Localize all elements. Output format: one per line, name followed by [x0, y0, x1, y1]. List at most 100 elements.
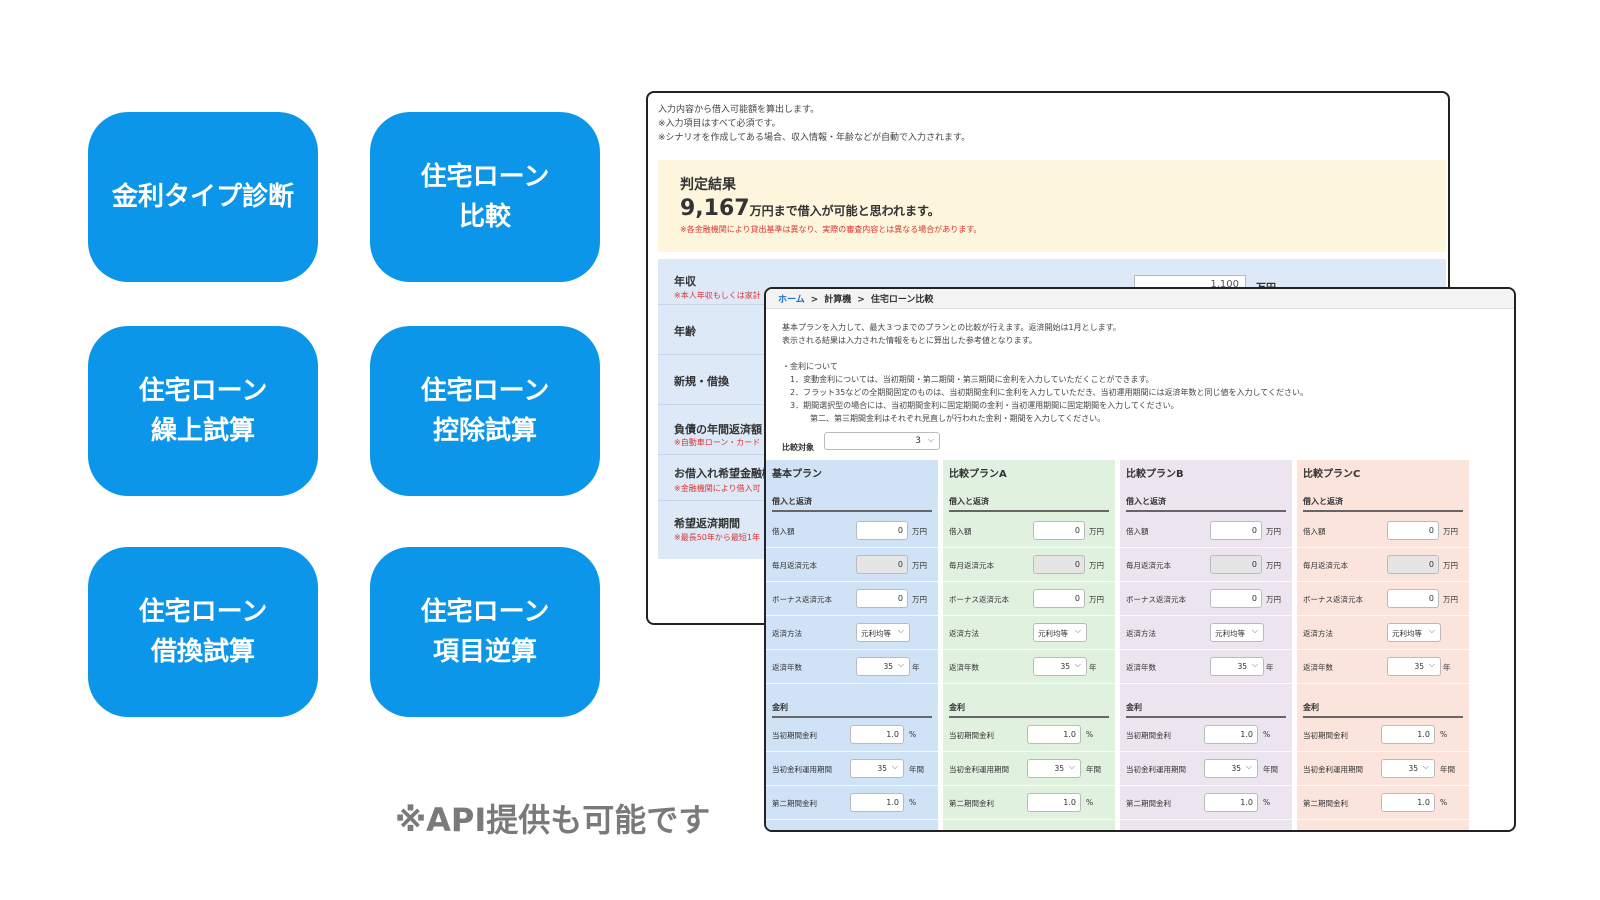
tile-label-line2: 控除試算: [432, 416, 537, 446]
result-note: ※各金融機関により貸出基準は異なり、実際の審査内容とは異なる場合があります。: [680, 225, 982, 234]
initial-rate-input[interactable]: 1.0: [850, 725, 904, 744]
tile-loan-compare[interactable]: 住宅ローン 比較: [370, 112, 600, 282]
repayment-years-select[interactable]: 35 ⌵: [1210, 657, 1264, 676]
tile-reverse-calc[interactable]: 住宅ローン 項目逆算: [370, 547, 600, 717]
section-header: 金利: [949, 702, 1109, 718]
section-header: 借入と返済: [772, 496, 932, 512]
form-row: 借入額 0 万円: [766, 514, 938, 548]
form-row: 返済方法 元利均等 ⌵: [943, 616, 1115, 650]
section-header: 金利: [772, 702, 932, 718]
chevron-down-icon: ⌵: [1428, 626, 1435, 635]
plan-name: 比較プランC: [1303, 469, 1361, 480]
breadcrumb-calculator-link[interactable]: 計算機: [824, 295, 851, 305]
bonus-principal-input[interactable]: 0: [856, 589, 908, 608]
repayment-method-select[interactable]: 元利均等 ⌵: [1210, 623, 1264, 642]
chevron-down-icon: ⌵: [1074, 626, 1081, 635]
borrow-amount-input[interactable]: 0: [1210, 521, 1262, 540]
result-line: 9,167万円まで借入が可能と思われます。: [680, 196, 940, 221]
breadcrumb: ホーム > 計算機 > 住宅ローン比較: [766, 289, 1514, 309]
plan-column: 比較プランB 借入と返済 借入額 0 万円 毎月返済元本 0 万円 ボーナス返済元本 0 万円…: [1120, 460, 1292, 830]
section-header: 借入と返済: [949, 496, 1109, 512]
form-row: 当初金利運用期間 35 ⌵ 年間: [943, 752, 1115, 786]
repayment-method-select[interactable]: 元利均等 ⌵: [1387, 623, 1441, 642]
tile-deduction-calc[interactable]: 住宅ローン 控除試算: [370, 326, 600, 496]
compare-count-select[interactable]: 3 ⌵: [824, 432, 940, 450]
borrow-amount-input[interactable]: 0: [856, 521, 908, 540]
repayment-years-select[interactable]: 35 ⌵: [1033, 657, 1087, 676]
tile-label-line1: 住宅ローン: [138, 376, 268, 406]
tile-label-line1: 住宅ローン: [420, 376, 550, 406]
form-row: ボーナス返済元本 0 万円: [1297, 582, 1469, 616]
chevron-down-icon: ⌵: [897, 626, 904, 635]
bonus-principal-input[interactable]: 0: [1210, 589, 1262, 608]
form-row: 第二期間金利 1.0%: [1297, 786, 1469, 820]
chevron-down-icon: ⌵: [1251, 660, 1258, 669]
intro-text: 基本プランを入力して、最大３つまでのプランとの比較が行えます。返済開始は1月とし…: [782, 323, 1308, 423]
section-header: 借入と返済: [1303, 496, 1463, 512]
form-row: 当初金利運用期間 35 ⌵ 年間: [766, 752, 938, 786]
initial-rate-input[interactable]: 1.0: [1027, 725, 1081, 744]
form-row: 毎月返済元本 0 万円: [943, 548, 1115, 582]
form-row: 当初期間金利 1.0%: [943, 718, 1115, 752]
borrow-amount-input[interactable]: 0: [1387, 521, 1439, 540]
form-row: 借入額 0 万円: [943, 514, 1115, 548]
result-tail: 万円まで借入が可能と思われます。: [749, 204, 940, 218]
plan-column: 比較プランC 借入と返済 借入額 0 万円 毎月返済元本 0 万円 ボーナス返済元本 0 万円…: [1297, 460, 1469, 830]
monthly-principal-input[interactable]: 0: [1387, 555, 1439, 574]
repayment-years-select[interactable]: 35 ⌵: [856, 657, 910, 676]
form-row: 第二期間金利 1.0%: [766, 786, 938, 820]
initial-period-select[interactable]: 35 ⌵: [850, 759, 904, 778]
result-title: 判定結果: [680, 177, 736, 193]
monthly-principal-input[interactable]: 0: [856, 555, 908, 574]
tile-label-line2: 比較: [458, 202, 511, 232]
initial-period-select[interactable]: 35 ⌵: [1204, 759, 1258, 778]
initial-rate-input[interactable]: 1.0: [1204, 725, 1258, 744]
section-header: 借入と返済: [1126, 496, 1286, 512]
form-row: 当初期間金利 1.0%: [766, 718, 938, 752]
chevron-down-icon: ⌵: [1074, 660, 1081, 669]
form-row: ボーナス返済元本 0 万円: [766, 582, 938, 616]
intro-text: 入力内容から借入可能額を算出します。 ※入力項目はすべて必須です。 ※シナリオを…: [658, 105, 971, 143]
form-row: 借入額 0 万円: [1120, 514, 1292, 548]
tile-rate-type-diagnosis[interactable]: 金利タイプ診断: [88, 112, 318, 282]
monthly-principal-input[interactable]: 0: [1033, 555, 1085, 574]
breadcrumb-home-link[interactable]: ホーム: [778, 295, 805, 305]
form-row: 返済方法 元利均等 ⌵: [1120, 616, 1292, 650]
bonus-principal-input[interactable]: 0: [1033, 589, 1085, 608]
form-row: 第二期間金利 1.0%: [943, 786, 1115, 820]
section-header: 金利: [1303, 702, 1463, 718]
form-row: 返済年数 35 ⌵ 年: [1297, 650, 1469, 684]
form-row: 第二期間金利 1.0%: [1120, 786, 1292, 820]
tile-label-line2: 借換試算: [150, 637, 255, 667]
section-header: 金利: [1126, 702, 1286, 718]
initial-period-select[interactable]: 35 ⌵: [1381, 759, 1435, 778]
tile-prepayment-calc[interactable]: 住宅ローン 繰上試算: [88, 326, 318, 496]
breadcrumb-current: 住宅ローン比較: [870, 295, 934, 305]
borrow-amount-input[interactable]: 0: [1033, 521, 1085, 540]
form-row: ボーナス返済元本 0 万円: [943, 582, 1115, 616]
form-row: 毎月返済元本 0 万円: [766, 548, 938, 582]
tile-label-line1: 住宅ローン: [138, 597, 268, 627]
bonus-principal-input[interactable]: 0: [1387, 589, 1439, 608]
second-rate-input[interactable]: 1.0: [1381, 793, 1435, 812]
form-row: 借入額 0 万円: [1297, 514, 1469, 548]
chevron-down-icon: ⌵: [891, 762, 898, 771]
chevron-down-icon: ⌵: [897, 660, 904, 669]
second-rate-input[interactable]: 1.0: [1204, 793, 1258, 812]
form-row: 当初金利運用期間 35 ⌵ 年間: [1120, 752, 1292, 786]
second-rate-input[interactable]: 1.0: [1027, 793, 1081, 812]
form-row: ボーナス返済元本 0 万円: [1120, 582, 1292, 616]
tile-refinance-calc[interactable]: 住宅ローン 借換試算: [88, 547, 318, 717]
initial-rate-input[interactable]: 1.0: [1381, 725, 1435, 744]
initial-period-select[interactable]: 35 ⌵: [1027, 759, 1081, 778]
repayment-method-select[interactable]: 元利均等 ⌵: [856, 623, 910, 642]
form-row: 返済年数 35 ⌵ 年: [766, 650, 938, 684]
second-rate-input[interactable]: 1.0: [850, 793, 904, 812]
tile-label: 金利タイプ診断: [111, 182, 294, 212]
tile-label-line2: 項目逆算: [432, 637, 537, 667]
monthly-principal-input[interactable]: 0: [1210, 555, 1262, 574]
repayment-method-select[interactable]: 元利均等 ⌵: [1033, 623, 1087, 642]
tile-label-line1: 住宅ローン: [420, 597, 550, 627]
form-row: 返済年数 35 ⌵ 年: [1120, 650, 1292, 684]
repayment-years-select[interactable]: 35 ⌵: [1387, 657, 1441, 676]
